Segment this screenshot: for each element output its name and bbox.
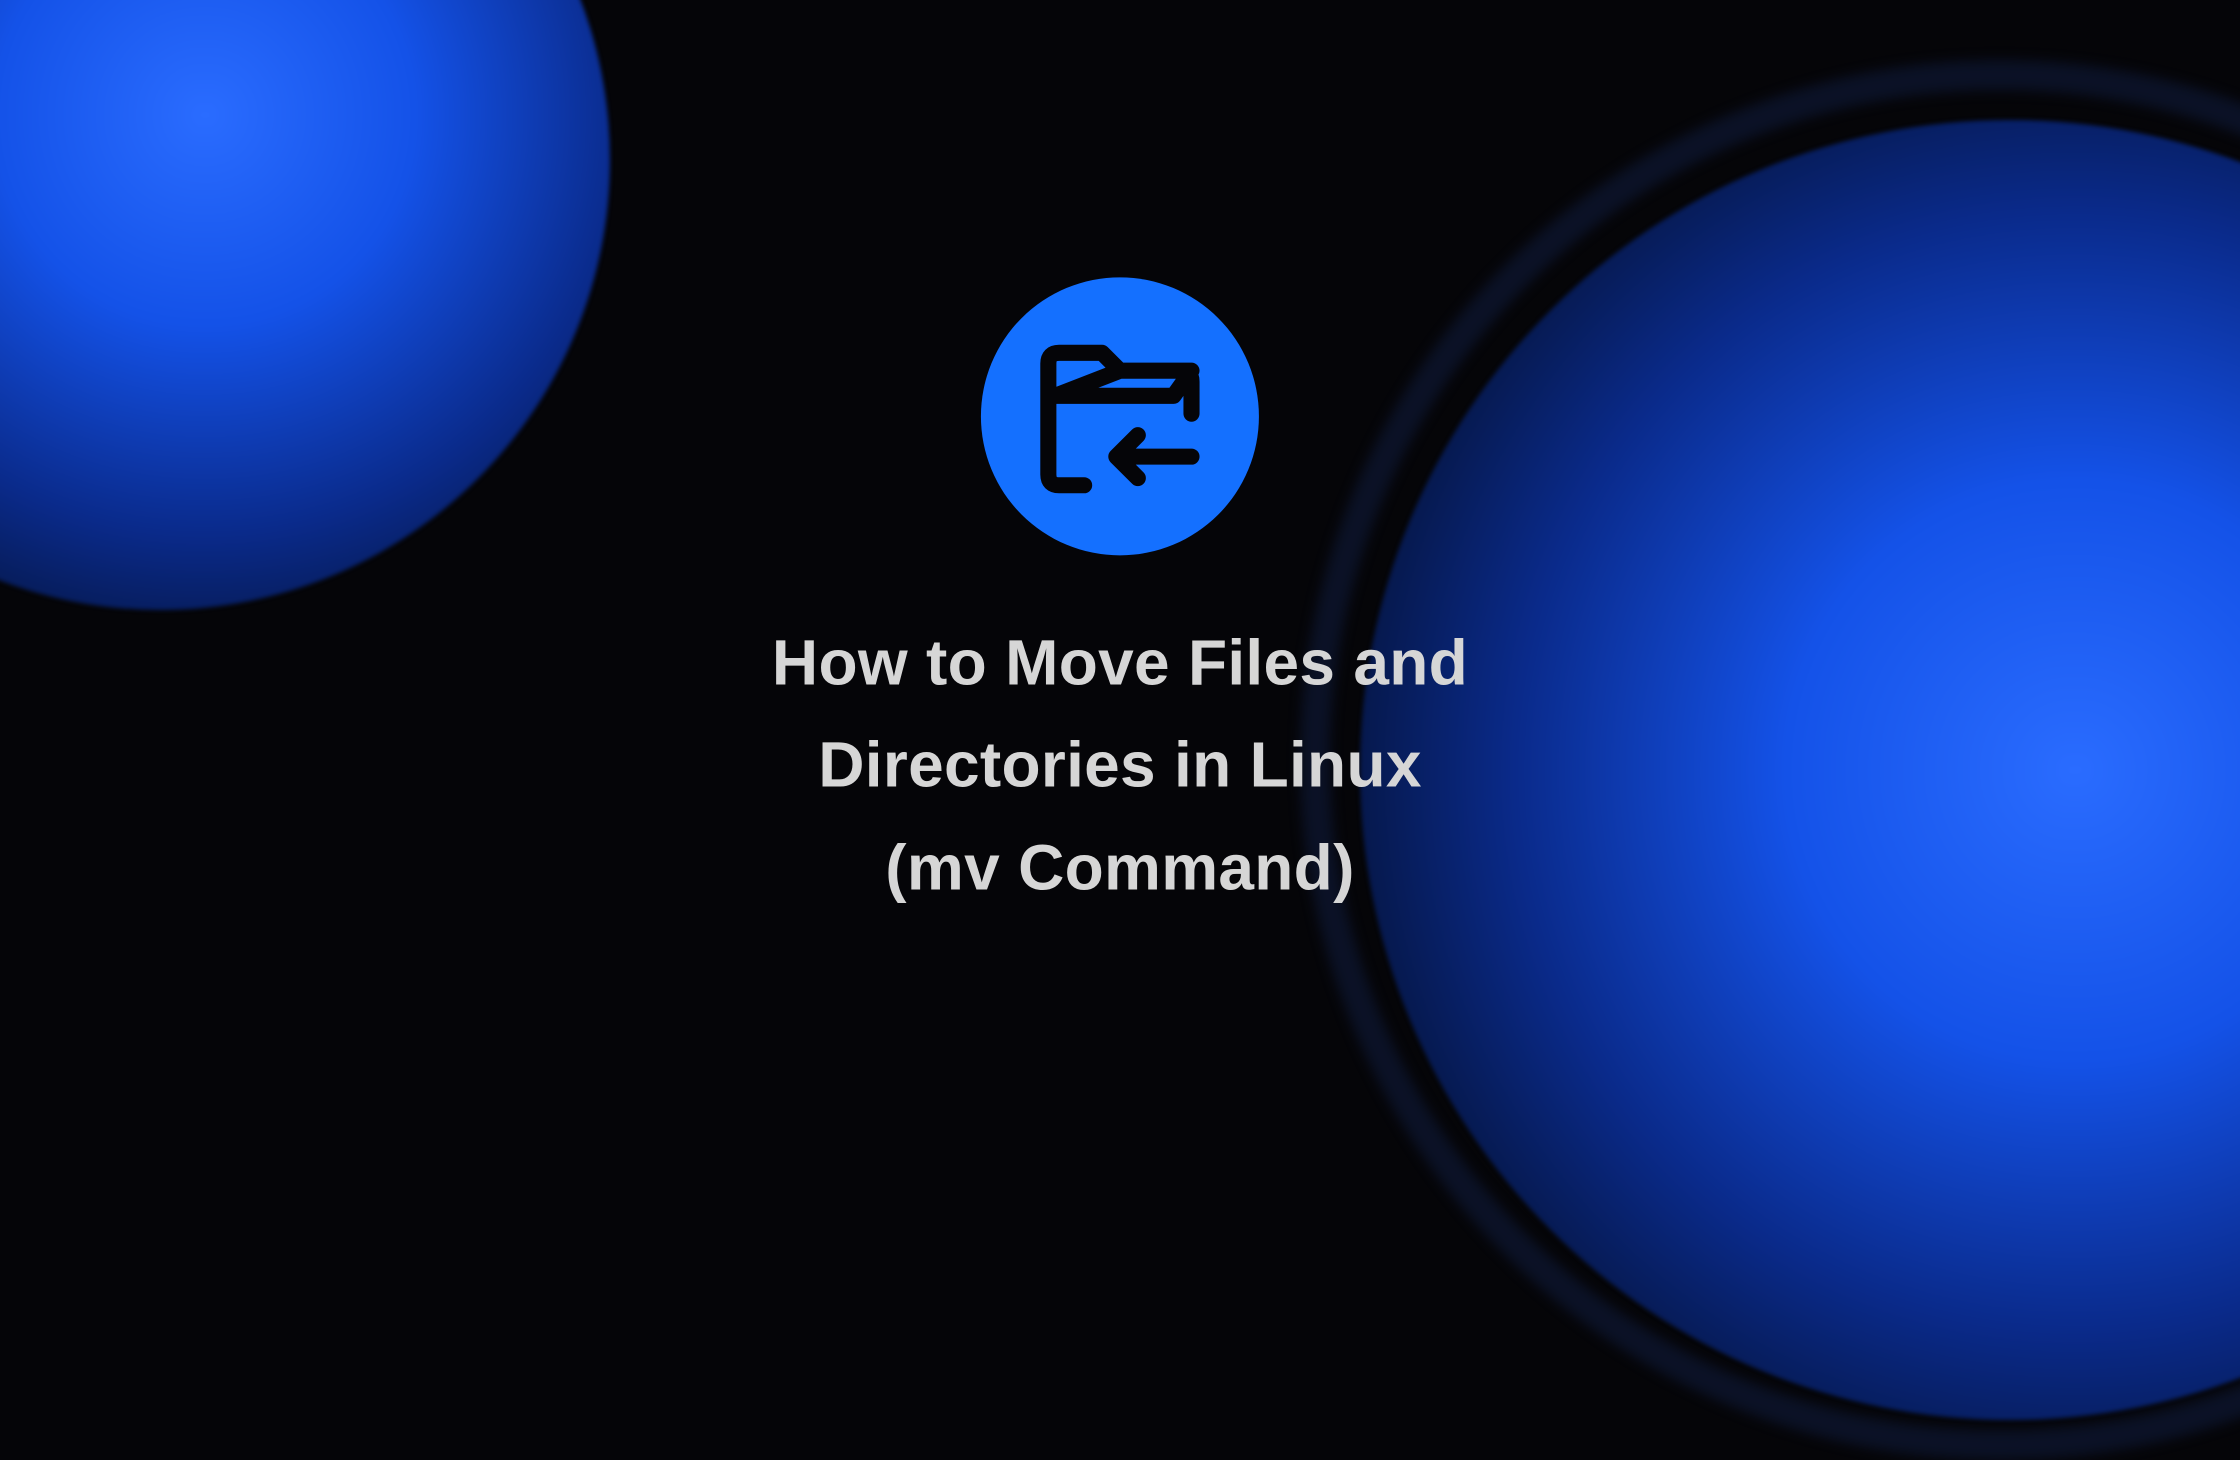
hero-content: How to Move Files and Directories in Lin… <box>772 277 1468 918</box>
title-line-2: Directories in Linux <box>818 729 1421 801</box>
title-line-3: (mv Command) <box>885 831 1354 903</box>
hero-icon-circle <box>981 277 1259 555</box>
page-title: How to Move Files and Directories in Lin… <box>772 611 1468 918</box>
decorative-blob-left <box>0 0 610 610</box>
title-line-1: How to Move Files and <box>772 626 1468 698</box>
folder-move-icon <box>1030 331 1210 501</box>
